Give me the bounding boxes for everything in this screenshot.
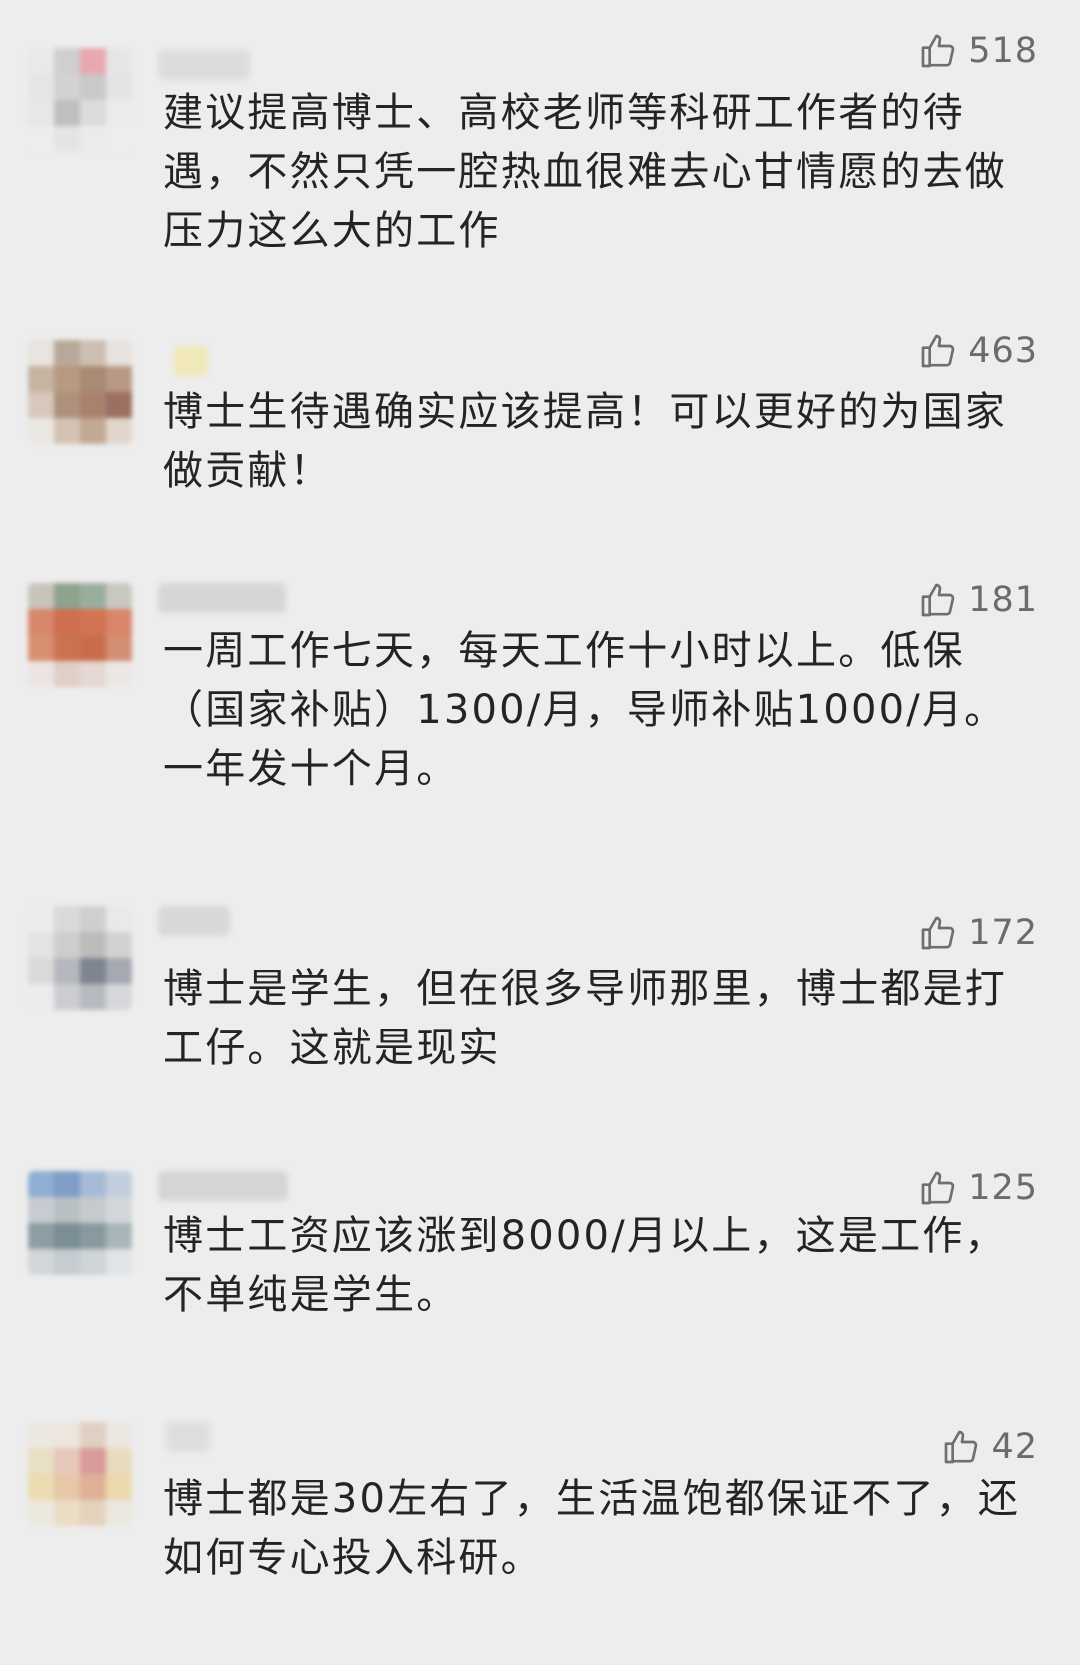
username-blurred[interactable]: [166, 1422, 210, 1452]
avatar[interactable]: [28, 906, 132, 1010]
thumbs-up-icon: [921, 1171, 955, 1205]
username-blurred[interactable]: [158, 1171, 288, 1201]
comment-text: 博士是学生，但在很多导师那里，博士都是打工仔。这就是现实: [163, 966, 1007, 1071]
like-button[interactable]: 42: [941, 1424, 1038, 1470]
avatar[interactable]: [28, 583, 132, 687]
avatar[interactable]: [28, 1422, 132, 1526]
thumbs-up-icon: [945, 1430, 978, 1464]
comment-text: 博士都是30左右了，生活温饱都保证不了，还如何专心投入科研。: [163, 1476, 1021, 1581]
avatar[interactable]: [28, 340, 132, 444]
comment-text: 博士工资应该涨到8000/月以上，这是工作，不单纯是学生。: [163, 1213, 1007, 1318]
like-button[interactable]: 463: [918, 328, 1038, 374]
like-count: 463: [968, 331, 1038, 371]
like-button[interactable]: 518: [918, 28, 1038, 74]
comment-text: 博士生待遇确实应该提高！可以更好的为国家做贡献！: [163, 389, 1007, 494]
thumbs-up-icon: [921, 34, 955, 68]
thumbs-up-icon: [921, 334, 955, 368]
thumbs-up-icon: [921, 583, 955, 617]
like-count: 518: [968, 31, 1038, 71]
like-count: 42: [991, 1427, 1038, 1467]
like-button[interactable]: 125: [918, 1165, 1038, 1211]
thumbs-up-icon: [921, 916, 955, 950]
comment-text: 一周工作七天，每天工作十小时以上。低保（国家补贴）1300/月，导师补贴1000…: [163, 628, 1007, 792]
comment-text: 建议提高博士、高校老师等科研工作者的待遇，不然只凭一腔热血很难去心甘情愿的去做压…: [163, 90, 1007, 254]
like-count: 125: [968, 1168, 1038, 1208]
like-count: 172: [968, 913, 1038, 953]
avatar[interactable]: [28, 1171, 132, 1275]
like-button[interactable]: 181: [918, 577, 1038, 623]
like-count: 181: [968, 580, 1038, 620]
username-blurred[interactable]: [158, 50, 250, 80]
avatar[interactable]: [28, 48, 132, 152]
username-blurred[interactable]: [158, 583, 286, 613]
like-button[interactable]: 172: [918, 910, 1038, 956]
username-blurred[interactable]: [174, 346, 208, 376]
username-blurred[interactable]: [158, 906, 230, 936]
